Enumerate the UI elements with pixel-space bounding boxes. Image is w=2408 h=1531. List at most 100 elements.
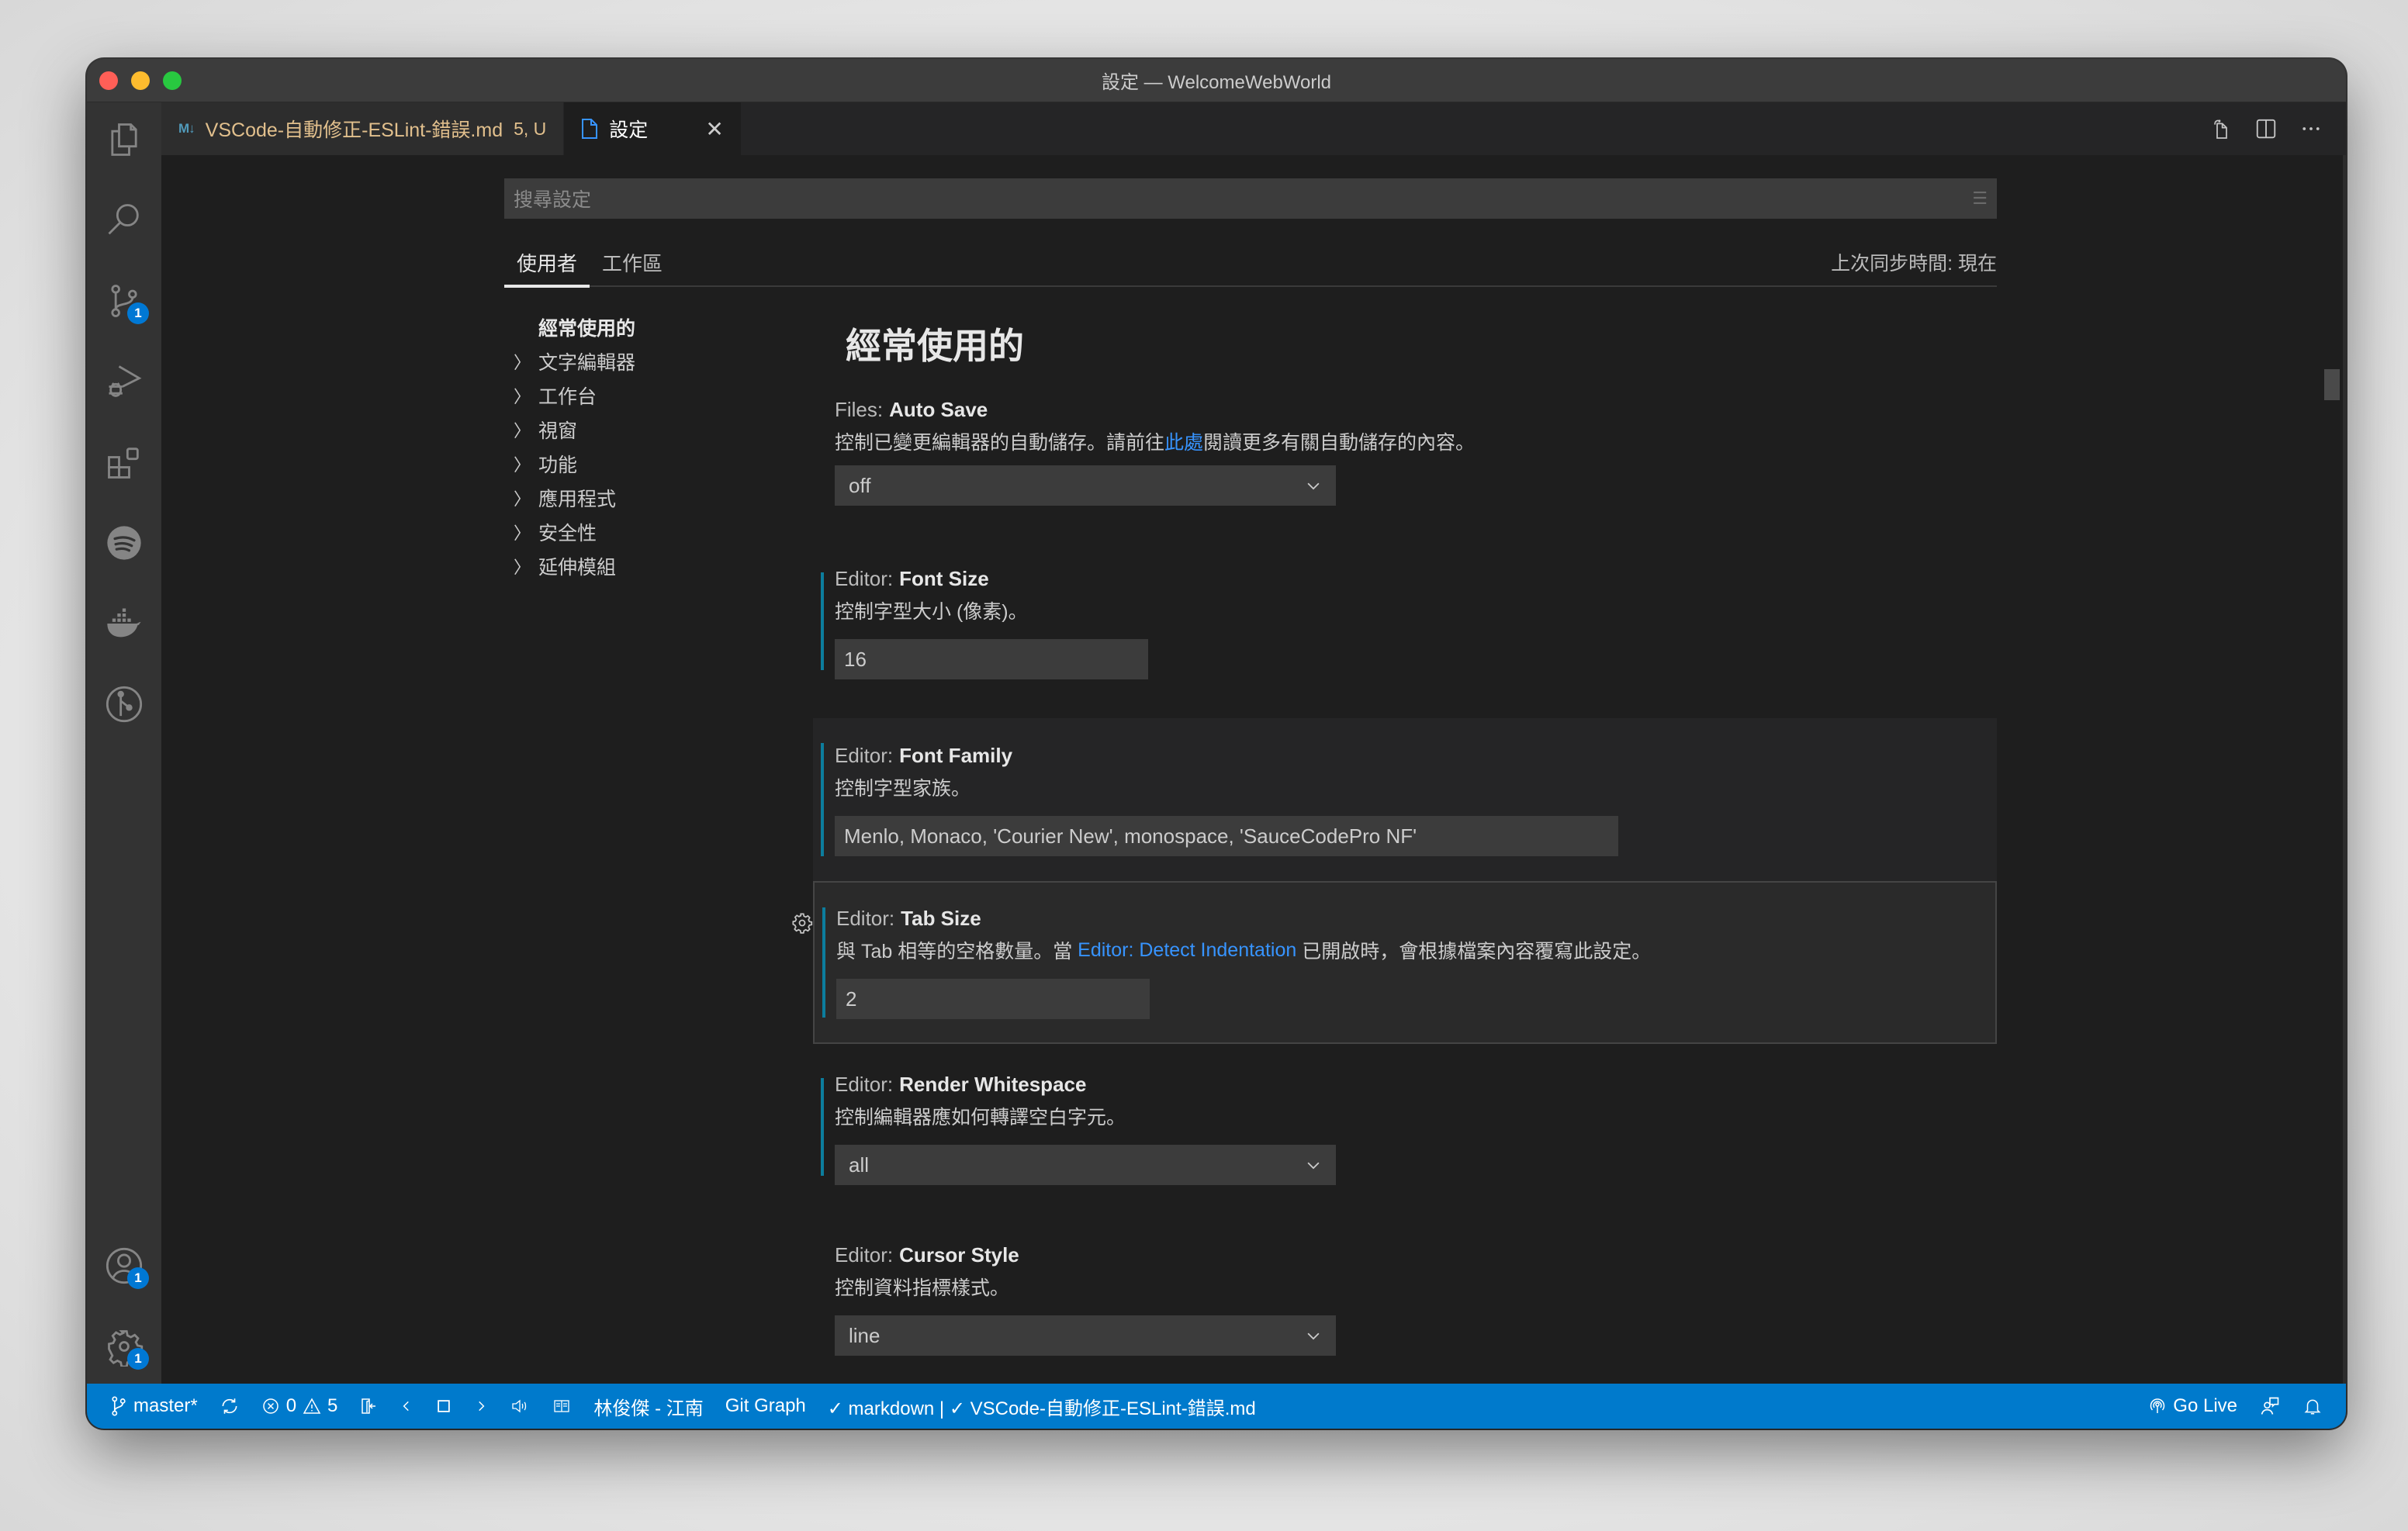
warning-icon [303, 1398, 321, 1414]
tab-decoration: 5, U [514, 118, 547, 139]
search-icon [108, 204, 139, 235]
markdown-icon: M↓ [178, 121, 195, 136]
setting-gear-button[interactable] [791, 912, 813, 934]
setting-name: Render Whitespace [899, 1072, 1087, 1096]
minimize-window-button[interactable] [131, 71, 150, 90]
branch-name: master* [133, 1395, 198, 1416]
volume-button[interactable] [499, 1384, 541, 1429]
more-actions-button[interactable] [2299, 117, 2323, 140]
toc-item[interactable]: 〉延伸模組 [504, 549, 799, 583]
run-debug-button[interactable] [87, 344, 161, 419]
toc-item[interactable]: 〉功能 [504, 447, 799, 481]
cursor-style-select[interactable]: line [835, 1315, 1336, 1356]
sync-icon [222, 1398, 237, 1414]
feedback-button[interactable] [2248, 1384, 2292, 1429]
toc-item[interactable]: 經常使用的 [504, 310, 799, 344]
setting-description: 控制編輯器應如何轉譯空白字元。 [835, 1107, 1126, 1128]
tab-settings[interactable]: 設定 ✕ [564, 102, 742, 155]
toc-item[interactable]: 〉應用程式 [504, 481, 799, 515]
sync-button[interactable] [209, 1384, 251, 1429]
chevron-right-icon: 〉 [514, 387, 531, 406]
toc-item-label: 應用程式 [538, 489, 617, 510]
settings-search-input[interactable]: 搜尋設定 ☰ [504, 178, 1997, 219]
close-tab-icon[interactable]: ✕ [705, 116, 723, 142]
spotify-button[interactable] [87, 506, 161, 580]
chevron-down-icon [1307, 482, 1320, 490]
font-family-input[interactable]: Menlo, Monaco, 'Courier New', monospace,… [835, 816, 1618, 856]
tab-workspace[interactable]: 工作區 [590, 238, 675, 286]
notifications-button[interactable] [2292, 1384, 2334, 1429]
maximize-window-button[interactable] [163, 71, 182, 90]
toc-item[interactable]: 〉工作台 [504, 378, 799, 413]
settings-list: 經常使用的 Files: Auto Save 控制已變更編輯器的自動儲存。請前往此… [792, 310, 1997, 1429]
auto-save-select[interactable]: off [835, 465, 1336, 506]
search-button[interactable] [87, 183, 161, 257]
error-icon [262, 1398, 279, 1414]
scrollbar-track[interactable] [2343, 155, 2346, 1384]
stop-button[interactable] [424, 1384, 463, 1429]
docker-icon [107, 608, 141, 638]
setting-description: 控制資料指標樣式。 [835, 1277, 1010, 1299]
setting-category: Editor: [835, 1242, 894, 1267]
close-window-button[interactable] [99, 71, 118, 90]
settings-editor: 搜尋設定 ☰ 使用者 工作區 上次同步時間: 現在 經常使用的 〉文字編輯器 〉… [161, 155, 2346, 1429]
setting-name: Font Family [899, 743, 1013, 767]
go-live-button[interactable]: Go Live [2137, 1384, 2248, 1429]
toc-item-label: 工作台 [538, 386, 597, 408]
setting-category: Editor: [835, 1072, 894, 1096]
select-value: all [849, 1153, 870, 1177]
git-graph-button[interactable] [87, 667, 161, 741]
setting-title: Files: Auto Save [835, 394, 1978, 425]
branch-status[interactable]: master* [99, 1384, 209, 1429]
detect-indentation-link[interactable]: Editor: Detect Indentation [1078, 939, 1296, 962]
title-bar: 設定 — WelcomeWebWorld [87, 59, 2346, 102]
files-icon [111, 123, 137, 156]
docker-button[interactable] [87, 586, 161, 661]
chevron-left-icon [403, 1401, 410, 1412]
problems-status[interactable]: 0 5 [251, 1384, 349, 1429]
manage-badge: 1 [127, 1348, 149, 1370]
gear-icon [792, 913, 813, 934]
book-icon [554, 1400, 570, 1412]
split-editor-button[interactable] [2254, 117, 2278, 140]
accounts-button[interactable]: 1 [87, 1229, 161, 1303]
input-value: Menlo, Monaco, 'Courier New', monospace,… [844, 824, 1417, 848]
window-controls [99, 71, 182, 90]
next-track-button[interactable] [463, 1384, 499, 1429]
bell-icon [2304, 1399, 2321, 1415]
live-share-button[interactable] [348, 1384, 389, 1429]
setting-editor-font-size: Editor: Font Size 控制字型大小 (像素)。 16 [813, 548, 1997, 695]
linter-status[interactable]: ✓ markdown | ✓ VSCode-自動修正-ESLint-錯誤.md [817, 1384, 1267, 1429]
toc-item[interactable]: 〉安全性 [504, 515, 799, 549]
select-value: line [849, 1323, 881, 1347]
manage-button[interactable]: 1 [87, 1309, 161, 1384]
explorer-button[interactable] [87, 102, 161, 177]
tab-size-input[interactable]: 2 [836, 979, 1150, 1019]
tab-user[interactable]: 使用者 [504, 238, 590, 288]
setting-files-auto-save: Files: Auto Save 控制已變更編輯器的自動儲存。請前往 此處 閱讀更多有… [813, 378, 1997, 521]
setting-editor-tab-size: Editor: Tab Size 與 Tab 相等的空格數量。當 Editor: … [792, 881, 1997, 1044]
setting-category: Editor: [835, 566, 894, 590]
lyrics-button[interactable] [541, 1384, 583, 1429]
render-whitespace-select[interactable]: all [835, 1145, 1336, 1185]
toc-item[interactable]: 〉文字編輯器 [504, 344, 799, 378]
now-playing[interactable]: 林俊傑 - 江南 [583, 1384, 714, 1429]
window-title: 設定 — WelcomeWebWorld [1101, 72, 1332, 93]
source-control-button[interactable]: 1 [87, 264, 161, 338]
setting-category: Editor: [836, 906, 895, 930]
open-settings-json-button[interactable] [2208, 116, 2233, 141]
scrollbar-thumb[interactable] [2324, 369, 2340, 400]
toc-item[interactable]: 〉視窗 [504, 413, 799, 447]
feedback-icon [2261, 1397, 2279, 1415]
git-graph-button[interactable]: Git Graph [714, 1384, 817, 1429]
font-size-input[interactable]: 16 [835, 639, 1148, 679]
vscode-window: 設定 — WelcomeWebWorld 1 1 1 M↓ VSCode-自動修… [87, 59, 2346, 1429]
more-actions-icon [2302, 127, 2320, 130]
go-live-label: Go Live [2173, 1395, 2237, 1416]
auto-save-link[interactable]: 此處 [1164, 427, 1203, 455]
previous-track-button[interactable] [389, 1384, 424, 1429]
tab-markdown-file[interactable]: M↓ VSCode-自動修正-ESLint-錯誤.md 5, U [161, 102, 565, 155]
extensions-button[interactable] [87, 425, 161, 499]
clear-filter-icon[interactable]: ☰ [1972, 190, 1988, 207]
split-editor-icon [2256, 119, 2276, 139]
